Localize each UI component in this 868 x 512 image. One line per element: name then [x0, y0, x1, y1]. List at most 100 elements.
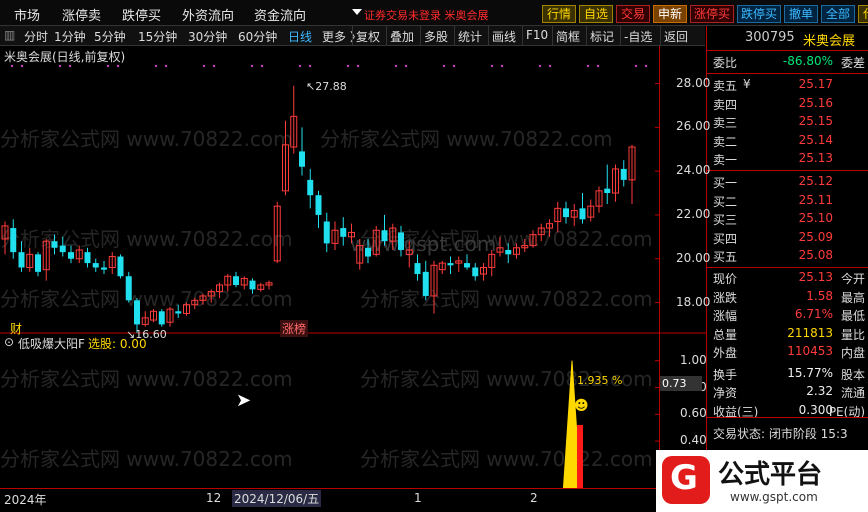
tool-button-1[interactable]: 叠加	[390, 28, 414, 45]
chart-title: 米奥会展(日线,前复权)	[4, 50, 126, 64]
candle-body	[563, 208, 569, 218]
menu-capital-flow[interactable]: 资金流向	[254, 5, 306, 24]
bid-label: 买四	[713, 231, 738, 246]
stat-extra-label: 流通	[840, 386, 865, 400]
quick-button-5[interactable]: 跌停买	[737, 5, 781, 23]
quick-button-4[interactable]: 涨停买	[690, 5, 734, 23]
bid-price: 25.08	[798, 248, 833, 262]
weibi-value: -86.80%	[782, 54, 833, 68]
period-tab-5[interactable]: 60分钟	[238, 28, 277, 45]
indicator-axis-label: 0.60	[680, 406, 707, 421]
time-label-jan: 1	[414, 491, 422, 505]
candle-body	[249, 280, 256, 290]
stat-value: 1.58	[806, 288, 833, 303]
tool-button-0[interactable]: 复权	[356, 28, 380, 45]
stat-row: 涨跌 1.58 最高	[713, 289, 865, 307]
quick-button-3[interactable]: 申新	[653, 5, 687, 23]
candle-body	[68, 252, 74, 259]
menu-limit-up-sell[interactable]: 涨停卖	[62, 5, 101, 24]
tool-button-7[interactable]: 标记	[590, 28, 614, 45]
stock-name: 米奥会展	[803, 34, 856, 49]
stat-extra-label: 股本	[840, 367, 865, 382]
candle-body	[398, 232, 404, 250]
quick-button-0[interactable]: 行情	[542, 5, 576, 23]
stat-label: 总量	[713, 327, 738, 342]
candle-body	[125, 276, 132, 301]
menu-foreign-flow[interactable]: 外资流向	[182, 5, 234, 24]
candle-body	[134, 300, 140, 325]
candle-body	[422, 271, 429, 296]
tool-button-9[interactable]: 返回	[664, 28, 688, 45]
candle-body	[472, 267, 479, 277]
dropdown-arrow-icon[interactable]	[352, 9, 362, 15]
bid-row: 买五 25.08	[713, 248, 865, 266]
candle-body	[464, 263, 470, 268]
ask-price: 25.14	[798, 132, 833, 147]
bid-label: 买二	[713, 194, 738, 209]
ask-price: 25.13	[798, 151, 833, 165]
candle-body	[158, 311, 165, 325]
high-label: ↖27.88	[306, 80, 347, 93]
bid-price: 25.10	[798, 211, 833, 225]
watermark-text: 分析家公式网 www.70822.com	[0, 447, 293, 471]
stat-label: 换手	[713, 367, 738, 382]
candle-body	[10, 228, 17, 253]
bid-price: 25.09	[798, 229, 833, 244]
quick-button-6[interactable]: 撤单	[784, 5, 818, 23]
weibi-label: 委比	[713, 56, 738, 70]
ask-price: 25.15	[798, 114, 833, 128]
period-tab-6[interactable]: 日线	[288, 28, 312, 45]
tool-button-2[interactable]: 多股	[424, 28, 448, 45]
stat-row: 换手 15.77% 股本	[713, 366, 865, 384]
candle-body	[340, 228, 347, 237]
time-label-year: 2024年	[4, 493, 47, 507]
stock-code: 300795	[745, 30, 795, 45]
indicator-collapse-icon[interactable]: ⊙	[4, 335, 14, 349]
candle-body	[365, 247, 371, 257]
menu-market[interactable]: 市场	[14, 5, 40, 24]
watermark-text: www.gspt.com	[350, 232, 496, 256]
watermark-text: 分析家公式网 www.70822.com	[360, 287, 653, 311]
kline-chart[interactable]: 分析家公式网 www.70822.com 分析家公式网 www.70822.com…	[0, 46, 706, 512]
price-axis-label: 26.00	[676, 119, 711, 134]
price-axis-label: 22.00	[676, 206, 711, 221]
bid-label: 买五	[713, 250, 738, 264]
watermark-text: 分析家公式网 www.70822.com	[0, 227, 293, 251]
logo-text: 公式平台	[718, 460, 823, 490]
candle-body	[84, 252, 91, 264]
gspt-logo: G 公式平台 www.gspt.com	[656, 450, 868, 512]
time-axis: 2024年 12 2024/12/06/五 1 2	[0, 488, 706, 512]
quick-button-2[interactable]: 交易	[616, 5, 650, 23]
period-tab-4[interactable]: 30分钟	[188, 28, 227, 45]
quick-button-8[interactable]: 代码	[858, 5, 868, 23]
candle-body	[620, 168, 627, 180]
candle-body	[18, 252, 25, 268]
quick-button-1[interactable]: 自选	[579, 5, 613, 23]
bid-label: 买三	[713, 213, 738, 227]
ask-label: 卖一	[713, 153, 738, 167]
logo-g-icon: G	[662, 456, 710, 504]
period-tab-3[interactable]: 15分钟	[138, 28, 177, 45]
tool-button-3[interactable]: 统计	[458, 28, 482, 45]
bid-row: 买四 25.09	[713, 230, 865, 248]
chart-toolbar: ▥ 分时 1分钟 5分钟 15分钟 30分钟 60分钟 日线 更多 〉复权 叠加 多股 统计 画线 F10…	[0, 26, 705, 46]
tool-button-5[interactable]: F10	[526, 28, 548, 42]
tool-button-4[interactable]: 画线	[492, 28, 516, 45]
tool-button-8[interactable]: -自选	[624, 28, 652, 45]
stat-label: 外盘	[713, 346, 738, 360]
tool-button-6[interactable]: 简框	[556, 28, 580, 45]
time-label-cursor-date: 2024/12/06/五	[232, 490, 322, 507]
stat-label: 涨跌	[713, 290, 738, 305]
ask-label: 卖四	[713, 97, 738, 112]
period-tab-1[interactable]: 1分钟	[54, 28, 86, 45]
period-tab-2[interactable]: 5分钟	[94, 28, 126, 45]
candle-body	[414, 263, 421, 275]
layout-icon[interactable]: ▥	[4, 28, 15, 42]
indicator-axis-label: 0.40	[680, 433, 707, 448]
bid-row: 买一 25.12	[713, 174, 865, 192]
candle-body	[35, 254, 41, 272]
period-tab-0[interactable]: 分时	[24, 28, 48, 45]
ask-row: 卖五 ¥25.17	[713, 77, 865, 95]
quick-button-7[interactable]: 全部	[821, 5, 855, 23]
menu-limit-down-buy[interactable]: 跌停买	[122, 5, 161, 24]
